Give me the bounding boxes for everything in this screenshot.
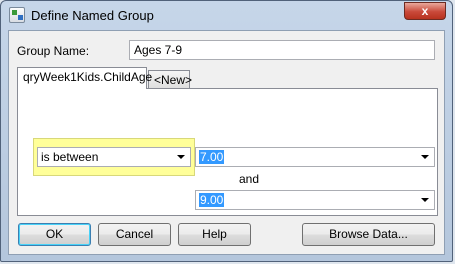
and-label: and [239,172,260,186]
criteria-panel: is between 7.00 and 9.00 [17,88,438,216]
group-name-input[interactable]: Ages 7-9 [129,40,435,60]
value-to-dropdown[interactable]: 9.00 [195,190,435,210]
dialog-window: Define Named Group x Group Name: Ages 7-… [0,0,453,262]
close-button[interactable]: x [404,2,446,20]
tab-label: qryWeek1Kids.ChildAge [23,70,153,84]
title-bar[interactable]: Define Named Group x [1,1,452,29]
app-icon-green-square [12,10,17,15]
ok-button[interactable]: OK [18,223,91,246]
help-button[interactable]: Help [178,223,251,246]
app-icon [9,7,25,23]
group-name-value: Ages 7-9 [134,43,183,57]
tab-new[interactable]: <New> [148,70,193,90]
dropdown-arrow-icon [177,155,185,159]
close-icon: x [421,4,429,18]
dialog-client-area: Group Name: Ages 7-9 qryWeek1Kids.ChildA… [8,30,445,255]
operator-dropdown[interactable]: is between [37,147,191,167]
tab-label: <New> [154,73,193,87]
operator-value: is between [41,150,99,164]
value-to: 9.00 [199,193,225,207]
value-from-dropdown[interactable]: 7.00 [195,147,435,167]
cancel-button[interactable]: Cancel [98,223,171,246]
dropdown-arrow-icon [421,198,429,202]
browse-data-button[interactable]: Browse Data... [302,223,435,246]
value-from: 7.00 [199,150,225,164]
group-name-label: Group Name: [17,44,90,58]
app-icon-blue-square [18,15,23,20]
dropdown-arrow-icon [421,155,429,159]
window-title: Define Named Group [31,8,154,23]
tab-childage[interactable]: qryWeek1Kids.ChildAge [17,67,152,89]
